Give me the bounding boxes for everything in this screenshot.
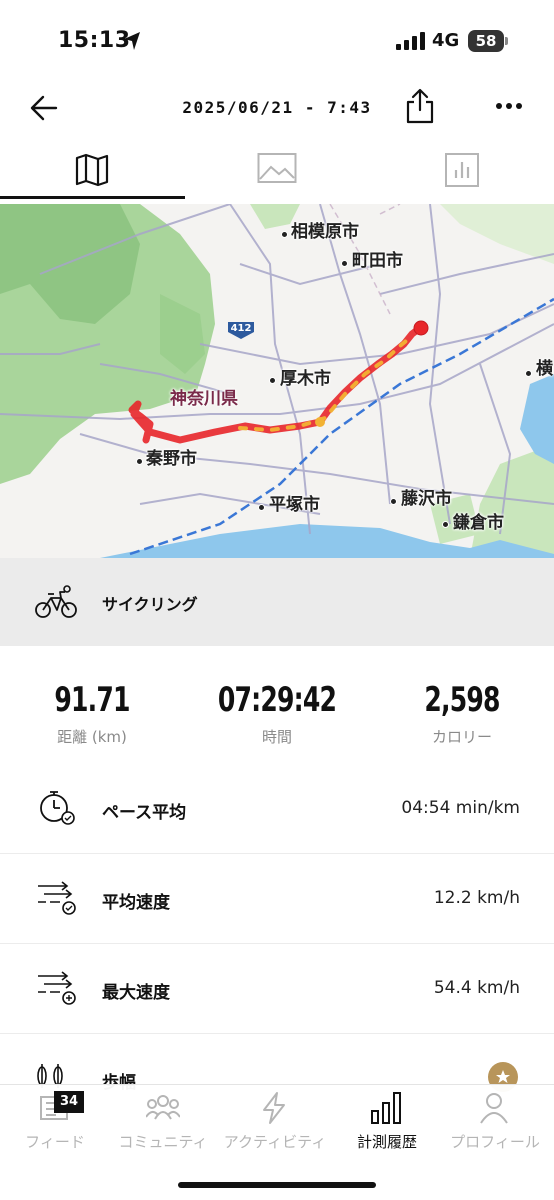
home-indicator — [178, 1182, 376, 1188]
stopwatch-pace-icon — [40, 791, 75, 825]
nav-item-feed[interactable]: 34 フィード — [0, 1085, 110, 1165]
metric-row-max-speed[interactable]: 最大速度 54.4 km/h — [0, 944, 554, 1034]
nav-header: 2025/06/21 - 7:43 — [0, 84, 554, 132]
duration-label: 時間 — [261, 728, 292, 746]
community-icon — [146, 1095, 180, 1120]
map-label-kanagawa: 神奈川県 — [170, 389, 238, 409]
network-type: 4G — [432, 30, 460, 51]
speed-max-icon — [38, 971, 76, 1005]
metric-value: 54.4 km/h — [433, 978, 520, 998]
nav-item-profile[interactable]: プロフィール — [440, 1085, 550, 1165]
nav-label-activity: アクティビティ — [223, 1133, 327, 1151]
feed-badge: 34 — [54, 1091, 84, 1113]
map-label-atsugi: 厚木市 — [280, 369, 331, 389]
route-412-label: 412 — [230, 323, 252, 334]
stat-distance: 91.71 距離 (km) — [0, 680, 184, 747]
summary-stats: 91.71 距離 (km) 07:29:42 時間 2,598 カロリー — [0, 680, 554, 750]
map-label-fujisawa: 藤沢市 — [401, 489, 452, 509]
tab-photos[interactable] — [185, 140, 369, 204]
metric-label: 最大速度 — [102, 983, 170, 1003]
history-bars-icon — [371, 1092, 401, 1124]
stat-calories: 2,598 カロリー — [370, 680, 554, 747]
battery-icon: 58 — [468, 30, 508, 52]
signal-icon — [396, 32, 425, 50]
metric-label: 平均速度 — [102, 893, 170, 913]
calories-value: 2,598 — [424, 680, 500, 720]
metric-row-avg-speed[interactable]: 平均速度 12.2 km/h — [0, 854, 554, 944]
more-dots-icon[interactable] — [494, 94, 524, 118]
bicycle-icon — [35, 585, 77, 618]
map-label-sagamihara: 相模原市 — [291, 222, 359, 242]
nav-label-profile: プロフィール — [450, 1133, 540, 1151]
view-tabs — [0, 140, 554, 204]
share-icon[interactable] — [404, 88, 436, 124]
chart-icon — [445, 153, 479, 187]
metric-label: ペース平均 — [102, 803, 187, 823]
metric-value: 04:54 min/km — [401, 798, 520, 818]
nav-label-history: 計測履歴 — [356, 1133, 417, 1151]
metric-row-pace[interactable]: ペース平均 04:54 min/km — [0, 764, 554, 854]
route-map[interactable]: 412 相模原市 町田市 厚木市 神奈川県 秦野市 平塚市 藤沢市 鎌倉市 横 — [0, 204, 554, 558]
map-label-yokohama: 横 — [536, 359, 553, 379]
activity-type-band: サイクリング — [0, 558, 554, 646]
nav-label-community: コミュニティ — [118, 1133, 208, 1151]
distance-value: 91.71 — [54, 680, 130, 720]
nav-item-history[interactable]: 計測履歴 — [332, 1085, 442, 1165]
route-412-badge: 412 — [226, 320, 256, 340]
map-icon — [75, 153, 109, 187]
nav-label-feed: フィード — [25, 1133, 85, 1151]
duration-value: 07:29:42 — [217, 680, 337, 720]
status-time: 15:13 — [58, 28, 131, 53]
tab-map[interactable] — [0, 140, 184, 204]
activity-bolt-icon — [263, 1092, 285, 1124]
map-label-machida: 町田市 — [352, 251, 403, 271]
distance-label: 距離 (km) — [57, 728, 127, 746]
calories-label: カロリー — [431, 728, 492, 746]
location-arrow-icon — [124, 32, 140, 50]
tab-selected-indicator — [0, 196, 185, 199]
activity-type-label: サイクリング — [102, 595, 198, 614]
status-bar: 15:13 4G 58 — [0, 0, 554, 84]
metric-value: 12.2 km/h — [433, 888, 520, 908]
nav-item-community[interactable]: コミュニティ — [108, 1085, 218, 1165]
photo-icon — [257, 153, 297, 183]
map-label-hiratsuka: 平塚市 — [269, 495, 320, 515]
profile-icon — [480, 1093, 508, 1124]
page-title: 2025/06/21 - 7:43 — [182, 98, 372, 117]
battery-level: 58 — [468, 30, 504, 52]
nav-item-activity[interactable]: アクティビティ — [220, 1085, 330, 1165]
stat-duration: 07:29:42 時間 — [185, 680, 369, 747]
map-label-hadano: 秦野市 — [146, 449, 197, 469]
speed-average-icon — [38, 881, 76, 915]
map-label-kamakura: 鎌倉市 — [453, 513, 504, 533]
tab-chart[interactable] — [370, 140, 554, 204]
